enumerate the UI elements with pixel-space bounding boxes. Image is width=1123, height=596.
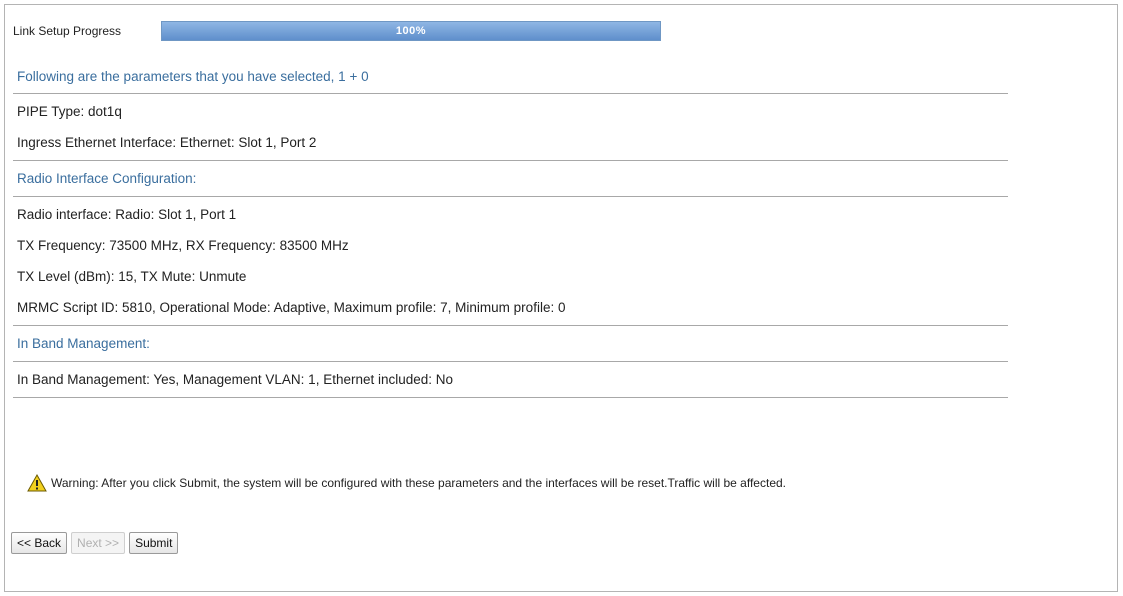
inband-text: In Band Management: Yes, Management VLAN…	[17, 372, 454, 387]
divider	[13, 160, 1008, 161]
wizard-frame: Link Setup Progress 100% Following are t…	[4, 4, 1118, 592]
radio-config-heading: Radio Interface Configuration:	[17, 171, 197, 186]
frequency-text: TX Frequency: 73500 MHz, RX Frequency: 8…	[17, 238, 349, 253]
divider	[13, 325, 1008, 326]
warning-icon	[27, 474, 47, 492]
ingress-interface-text: Ingress Ethernet Interface: Ethernet: Sl…	[17, 135, 317, 150]
tx-level-text: TX Level (dBm): 15, TX Mute: Unmute	[17, 269, 247, 284]
progress-label: Link Setup Progress	[13, 24, 122, 38]
divider	[13, 361, 1008, 362]
progress-value: 100%	[395, 25, 427, 37]
divider	[13, 93, 1008, 94]
submit-button[interactable]: Submit	[129, 532, 179, 554]
warning-text: Warning: After you click Submit, the sys…	[51, 476, 786, 490]
mrmc-text: MRMC Script ID: 5810, Operational Mode: …	[17, 300, 566, 315]
parameters-summary: Following are the parameters that you ha…	[13, 67, 1008, 398]
back-button[interactable]: << Back	[11, 532, 68, 554]
progress-bar: 100%	[161, 21, 661, 41]
wizard-buttons: << Back Next >> Submit	[11, 532, 179, 554]
inband-heading: In Band Management:	[17, 336, 150, 351]
progress-row: Link Setup Progress 100%	[13, 21, 661, 41]
intro-heading: Following are the parameters that you ha…	[17, 69, 369, 84]
next-button[interactable]: Next >>	[71, 532, 126, 554]
warning-message: Warning: After you click Submit, the sys…	[27, 474, 786, 492]
radio-interface-text: Radio interface: Radio: Slot 1, Port 1	[17, 207, 237, 222]
divider	[13, 196, 1008, 197]
pipe-type-text: PIPE Type: dot1q	[17, 104, 122, 119]
divider	[13, 397, 1008, 398]
